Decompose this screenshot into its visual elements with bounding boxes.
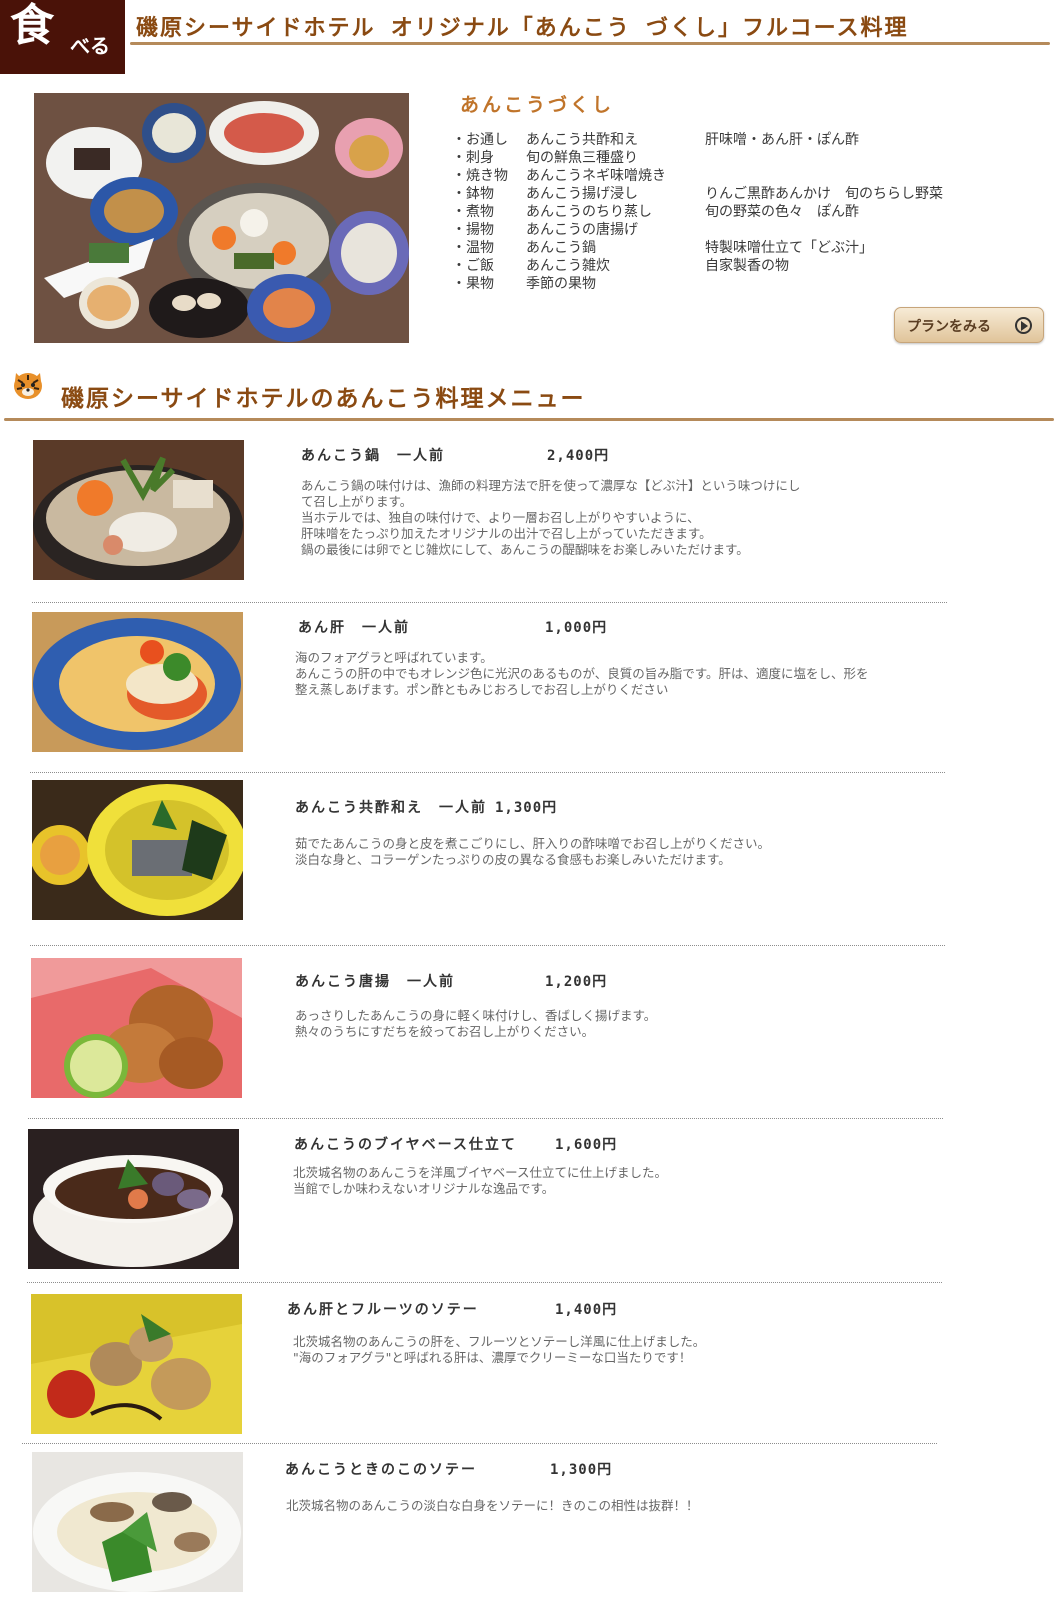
logo-kana: べる bbox=[70, 34, 110, 58]
menu-item-name: あん肝 一人前 bbox=[298, 620, 410, 636]
course-row: ・果物 季節の果物 bbox=[452, 273, 1012, 292]
course-category: ・果物 bbox=[452, 276, 494, 292]
item-divider bbox=[28, 1118, 943, 1119]
course-dish: あんこう雑炊 bbox=[526, 258, 610, 274]
course-row: ・お通し あんこう共酢和え 肝味噌・あん肝・ぽん酢 bbox=[452, 129, 1012, 148]
course-dish: あんこう共酢和え bbox=[526, 132, 638, 148]
course-row: ・鉢物 あんこう揚げ浸し りんご黒酢あんかけ 旬のちらし野菜 bbox=[452, 183, 1012, 202]
course-category: ・揚物 bbox=[452, 222, 494, 238]
course-photo bbox=[34, 93, 409, 343]
menu-item-name: あんこうときのこのソテー bbox=[285, 1462, 477, 1478]
course-category: ・刺身 bbox=[452, 150, 494, 166]
item-divider bbox=[22, 1443, 937, 1444]
menu-item-price: 2,400円 bbox=[547, 448, 610, 464]
course-dish: 季節の果物 bbox=[526, 276, 596, 292]
logo-kanji: 食 bbox=[10, 0, 54, 51]
course-row: ・焼き物 あんこうネギ味噌焼き bbox=[452, 165, 1012, 184]
course-dish: あんこうのちり蒸し bbox=[526, 204, 652, 220]
tiger-icon bbox=[12, 367, 44, 401]
page-title: 磯原シーサイドホテル オリジナル「あんこう づくし」フルコース料理 bbox=[136, 16, 909, 41]
menu-item-description: 海のフォアグラと呼ばれています。 あんこうの肝の中でもオレンジ色に光沢のあるもの… bbox=[295, 650, 869, 697]
header-divider bbox=[130, 42, 1050, 45]
course-title: あんこうづくし bbox=[460, 94, 615, 116]
dish-photo-ankimo bbox=[32, 612, 243, 752]
menu-item-price: 1,600円 bbox=[555, 1137, 618, 1153]
menu-item-name: あんこう鍋 一人前 bbox=[301, 448, 445, 464]
menu-item-price: 1,200円 bbox=[545, 974, 608, 990]
menu-item-price: 1,000円 bbox=[545, 620, 608, 636]
item-divider bbox=[27, 1282, 942, 1283]
dish-photo-ankimo-saute bbox=[31, 1294, 242, 1434]
dish-photo-kinoko-saute bbox=[32, 1452, 243, 1592]
course-category: ・焼き物 bbox=[452, 168, 508, 184]
view-plan-button[interactable]: プランをみる bbox=[894, 307, 1044, 343]
course-row: ・温物 あんこう鍋 特製味噌仕立て「どぶ汁」 bbox=[452, 237, 1012, 256]
item-divider bbox=[32, 602, 947, 603]
menu-item-price: 1,300円 bbox=[550, 1462, 613, 1478]
item-divider bbox=[30, 772, 945, 773]
menu-item-description: 茹でたあんこうの身と皮を煮こごりにし、肝入りの酢味噌でお召し上がりください。 淡… bbox=[295, 836, 771, 867]
course-category: ・ご飯 bbox=[452, 258, 494, 274]
menu-item-name: あんこうのブイヤベース仕立て bbox=[294, 1137, 517, 1153]
course-dish: あんこう揚げ浸し bbox=[526, 186, 638, 202]
item-divider bbox=[30, 945, 945, 946]
course-row: ・ご飯 あんこう雑炊 自家製香の物 bbox=[452, 255, 1012, 274]
course-category: ・鉢物 bbox=[452, 186, 494, 202]
menu-item-name: あん肝とフルーツのソテー bbox=[287, 1302, 479, 1318]
menu-item-description: あっさりしたあんこうの身に軽く味付けし、香ばしく揚げます。 熱々のうちにすだちを… bbox=[295, 1008, 657, 1039]
course-row: ・刺身 旬の鮮魚三種盛り bbox=[452, 147, 1012, 166]
course-row: ・揚物 あんこうの唐揚げ bbox=[452, 219, 1012, 238]
site-logo: 食 べる bbox=[0, 0, 125, 74]
course-dish: あんこうの唐揚げ bbox=[526, 222, 638, 238]
course-dish: あんこう鍋 bbox=[526, 240, 596, 256]
dish-photo-karaage bbox=[31, 958, 242, 1098]
course-category: ・お通し bbox=[452, 132, 508, 148]
menu-item-description: 北茨城名物のあんこうを洋風ブイヤベース仕立てに仕上げました。 当館でしか味わえな… bbox=[293, 1165, 668, 1196]
view-plan-label: プランをみる bbox=[907, 319, 991, 335]
course-dish: 旬の鮮魚三種盛り bbox=[526, 150, 638, 166]
course-note: 肝味噌・あん肝・ぽん酢 bbox=[705, 132, 859, 148]
course-category: ・温物 bbox=[452, 240, 494, 256]
course-dish: あんこうネギ味噌焼き bbox=[526, 168, 666, 184]
course-note: 自家製香の物 bbox=[705, 258, 789, 274]
course-note: 旬の野菜の色々 ぽん酢 bbox=[705, 204, 859, 220]
course-category: ・煮物 bbox=[452, 204, 494, 220]
dish-photo-bouillabaisse bbox=[28, 1129, 239, 1269]
menu-item-price: 1,300円 bbox=[495, 800, 558, 816]
dish-photo-nabe bbox=[33, 440, 244, 580]
menu-item-price: 1,400円 bbox=[555, 1302, 618, 1318]
menu-item-name: あんこう共酢和え 一人前 bbox=[295, 800, 487, 816]
play-icon bbox=[1015, 317, 1032, 334]
course-row: ・煮物 あんこうのちり蒸し 旬の野菜の色々 ぽん酢 bbox=[452, 201, 1012, 220]
course-note: りんご黒酢あんかけ 旬のちらし野菜 bbox=[705, 186, 943, 202]
menu-item-description: 北茨城名物のあんこうの肝を、フルーツとソテーし洋風に仕上げました。 "海のフォア… bbox=[293, 1334, 706, 1365]
menu-divider bbox=[4, 418, 1054, 421]
course-note: 特製味噌仕立て「どぶ汁」 bbox=[705, 240, 873, 256]
dish-photo-tomozu bbox=[32, 780, 243, 920]
menu-item-description: 北茨城名物のあんこうの淡白な白身をソテーに！きのこの相性は抜群！！ bbox=[286, 1498, 699, 1513]
menu-item-description: あんこう鍋の味付けは、漁師の料理方法で肝を使って濃厚な【どぶ汁】という味つけにし… bbox=[301, 478, 801, 557]
menu-item-name: あんこう唐揚 一人前 bbox=[295, 974, 455, 990]
menu-section-title: 磯原シーサイドホテルのあんこう料理メニュー bbox=[61, 386, 586, 412]
